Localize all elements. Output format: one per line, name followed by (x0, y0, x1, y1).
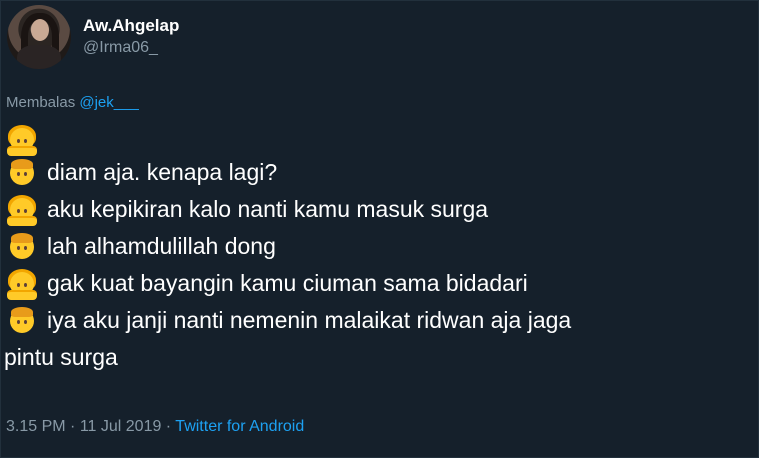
author-handle[interactable]: @Irma06_ (83, 37, 179, 59)
tweet-line-text: gak kuat bayangin kamu ciuman sama bidad… (47, 270, 528, 296)
boy-emoji (7, 157, 37, 187)
tweet-line: iya aku janji nanti nemenin malaikat rid… (7, 302, 755, 339)
tweet-line-text: iya aku janji nanti nemenin malaikat rid… (47, 307, 572, 333)
tweet-line-text: aku kepikiran kalo nanti kamu masuk surg… (47, 196, 489, 222)
avatar[interactable] (7, 5, 71, 69)
tweet-source-link[interactable]: Twitter for Android (175, 418, 304, 435)
woman-gesturing-no-emoji (7, 268, 37, 300)
reply-mention-link[interactable]: @jek___ (79, 94, 138, 111)
woman-gesturing-no-emoji (7, 124, 37, 156)
tweet-line: lah alhamdulillah dong (7, 228, 755, 265)
boy-emoji (7, 231, 37, 261)
reply-context: Membalas @jek___ (6, 94, 139, 111)
tweet-metadata: 3.15 PM · 11 Jul 2019 · Twitter for Andr… (6, 418, 304, 436)
tweet-line-text: lah alhamdulillah dong (47, 233, 276, 259)
tweet-line: gak kuat bayangin kamu ciuman sama bidad… (7, 265, 755, 302)
boy-emoji (7, 305, 37, 335)
tweet-line-continuation: pintu surga (4, 344, 118, 370)
woman-gesturing-no-emoji (7, 194, 37, 226)
tweet-line-text: diam aja. kenapa lagi? (47, 159, 278, 185)
tweet-text: diam aja. kenapa lagi? aku kepikiran kal… (4, 121, 755, 376)
author-names: Aw.Ahgelap @Irma06_ (83, 15, 179, 59)
reply-prefix: Membalas (6, 94, 76, 111)
author-display-name[interactable]: Aw.Ahgelap (83, 15, 179, 37)
avatar-body (17, 45, 61, 69)
tweet-time[interactable]: 3.15 PM (6, 418, 66, 435)
tweet-line: aku kepikiran kalo nanti kamu masuk surg… (7, 191, 755, 228)
tweet-line (7, 121, 755, 156)
tweet-date[interactable]: 11 Jul 2019 (80, 418, 162, 435)
tweet-header: Aw.Ahgelap @Irma06_ (7, 5, 179, 69)
separator-dot: · (65, 418, 80, 435)
tweet-card: Aw.Ahgelap @Irma06_ Membalas @jek___ dia… (0, 0, 759, 458)
avatar-face (31, 19, 49, 41)
separator-dot: · (161, 418, 176, 435)
tweet-line: diam aja. kenapa lagi? (7, 154, 755, 191)
